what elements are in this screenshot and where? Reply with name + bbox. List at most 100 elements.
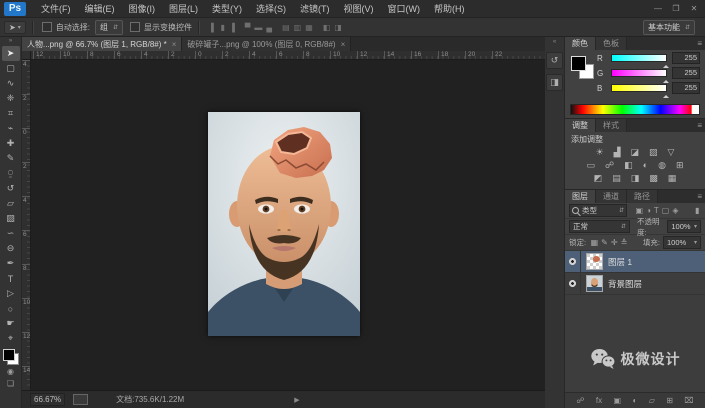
link-layers-icon[interactable]: ☍ — [576, 396, 584, 405]
adjustment-icon[interactable]: ◧ — [624, 161, 633, 170]
minimize-button[interactable]: — — [649, 1, 667, 15]
filter-adjustment-icon[interactable]: ◑ — [646, 206, 651, 215]
maximize-button[interactable]: ❐ — [667, 1, 685, 15]
menu-item[interactable]: 图层(L) — [162, 4, 205, 14]
collapse-panels-icon[interactable]: « — [553, 38, 556, 47]
document-tab[interactable]: 人物...png @ 66.7% (图层 1, RGB/8#) * × — [22, 37, 183, 51]
menu-item[interactable]: 选择(S) — [249, 4, 293, 14]
panel-menu-icon[interactable]: ≡ — [697, 192, 702, 201]
align-icon[interactable]: ◨ — [334, 23, 342, 32]
close-tab-icon[interactable]: × — [341, 40, 346, 49]
panel-tab-通道[interactable]: 通道 — [596, 190, 627, 203]
panel-tab-调整[interactable]: 调整 — [565, 119, 596, 132]
document-image[interactable] — [208, 112, 360, 336]
adjustment-icon[interactable]: ▦ — [668, 174, 677, 183]
adjustment-icon[interactable]: ◩ — [594, 174, 603, 183]
status-options-arrow-icon[interactable]: ▶ — [294, 396, 299, 404]
tool-preset-picker[interactable]: ➤ ▾ — [4, 20, 26, 34]
align-icon[interactable]: ▤ — [282, 23, 290, 32]
path-select-tool[interactable]: ▷ — [2, 286, 20, 301]
eyedropper-tool[interactable]: ⌁ — [2, 121, 20, 136]
hand-tool[interactable]: ☛ — [2, 316, 20, 331]
properties-panel-icon[interactable]: ◨ — [546, 74, 563, 91]
channel-value[interactable]: 255 — [672, 52, 700, 64]
adjustment-icon[interactable]: ▟ — [614, 148, 621, 157]
pen-tool[interactable]: ✒ — [2, 256, 20, 271]
adjustment-icon[interactable]: ▩ — [649, 174, 658, 183]
layer-style-icon[interactable]: fx — [596, 396, 602, 405]
dodge-tool[interactable]: ⊖ — [2, 241, 20, 256]
menu-item[interactable]: 编辑(E) — [78, 4, 122, 14]
close-button[interactable]: ✕ — [685, 1, 703, 15]
new-group-icon[interactable]: ▱ — [649, 396, 655, 405]
channel-slider[interactable] — [611, 84, 669, 98]
healing-brush-tool[interactable]: ✚ — [2, 136, 20, 151]
quick-mask-icon[interactable]: ◉ — [7, 366, 14, 378]
channel-slider[interactable] — [611, 69, 669, 83]
quick-select-tool[interactable]: ❈ — [2, 91, 20, 106]
zoom-tool[interactable]: ⌖ — [2, 331, 20, 346]
color-spectrum-bar[interactable] — [570, 104, 700, 115]
layer-filter-select[interactable]: 类型 ⇵ — [569, 204, 627, 217]
visibility-cell[interactable] — [565, 251, 581, 272]
layer-name[interactable]: 背景图层 — [608, 278, 642, 290]
marquee-tool[interactable]: ▢ — [2, 61, 20, 76]
align-icon[interactable]: ▦ — [305, 23, 313, 32]
add-mask-icon[interactable]: ▣ — [614, 396, 622, 405]
menu-item[interactable]: 文件(F) — [34, 4, 78, 14]
lasso-tool[interactable]: ∿ — [2, 76, 20, 91]
panel-tab-图层[interactable]: 图层 — [565, 190, 596, 203]
adjustment-icon[interactable]: ▭ — [587, 161, 596, 170]
panel-tab-颜色[interactable]: 颜色 — [565, 37, 596, 50]
align-icon[interactable]: ▥ — [294, 23, 302, 32]
smudge-tool[interactable]: ∽ — [2, 226, 20, 241]
menu-item[interactable]: 窗口(W) — [381, 4, 428, 14]
filter-type-icon[interactable]: T — [654, 206, 659, 215]
filter-toggle-icon[interactable]: ▮ — [695, 206, 699, 215]
filter-shape-icon[interactable]: ▢ — [662, 206, 670, 215]
brush-tool[interactable]: ✎ — [2, 151, 20, 166]
align-icon[interactable]: ▮ — [221, 23, 225, 32]
adjustment-icon[interactable]: ☍ — [605, 161, 614, 170]
adjustment-icon[interactable]: ☀ — [596, 148, 604, 157]
layer-thumbnail[interactable] — [586, 275, 603, 292]
auto-select-checkbox[interactable] — [41, 22, 52, 32]
menu-item[interactable]: 帮助(H) — [427, 4, 472, 14]
menu-item[interactable]: 视图(V) — [337, 4, 381, 14]
align-icon[interactable]: ▐ — [229, 23, 235, 32]
new-layer-icon[interactable]: ⊞ — [666, 396, 673, 405]
menu-item[interactable]: 类型(Y) — [205, 4, 249, 14]
canvas-area[interactable] — [31, 60, 545, 390]
lock-all-icon[interactable]: ≙ — [621, 238, 628, 247]
menu-item[interactable]: 图像(I) — [122, 4, 163, 14]
type-tool[interactable]: T — [2, 271, 20, 286]
foreground-color-swatch[interactable] — [2, 349, 15, 361]
channel-value[interactable]: 255 — [672, 67, 700, 79]
channel-value[interactable]: 255 — [672, 82, 700, 94]
adjustment-icon[interactable]: ▨ — [649, 148, 658, 157]
channel-slider[interactable] — [611, 54, 669, 68]
show-transform-checkbox[interactable] — [129, 22, 140, 32]
blend-mode-select[interactable]: 正常 ⇵ — [569, 220, 630, 233]
menu-item[interactable]: 滤镜(T) — [293, 4, 337, 14]
align-icon[interactable]: ▬ — [254, 23, 262, 32]
adjustment-icon[interactable]: ◪ — [631, 148, 640, 157]
panel-tab-色板[interactable]: 色板 — [596, 37, 627, 50]
delete-layer-icon[interactable]: ⌧ — [684, 396, 693, 405]
move-tool[interactable]: ➤ — [1, 46, 20, 61]
layer-thumbnail[interactable] — [586, 253, 603, 270]
workspace-select[interactable]: 基本功能 ⇵ — [642, 19, 695, 35]
crop-tool[interactable]: ⌗ — [2, 106, 20, 121]
opacity-field[interactable]: 100% ▾ — [667, 220, 701, 233]
screen-mode-icon[interactable]: ❏ — [7, 378, 14, 390]
filter-smart-icon[interactable]: ◈ — [672, 206, 678, 215]
history-panel-icon[interactable]: ↺ — [546, 52, 563, 69]
foreground-color-swatch[interactable] — [571, 56, 586, 71]
fill-field[interactable]: 100% ▾ — [663, 236, 701, 249]
layer-name[interactable]: 图层 1 — [608, 256, 632, 268]
lock-transparency-icon[interactable]: ▦ — [591, 238, 599, 247]
layer-row-background[interactable]: 背景图层 — [565, 273, 705, 295]
lock-paint-icon[interactable]: ✎ — [601, 238, 608, 247]
adjustment-icon[interactable]: ▽ — [668, 148, 675, 157]
adjustment-icon[interactable]: ◐ — [643, 161, 648, 170]
